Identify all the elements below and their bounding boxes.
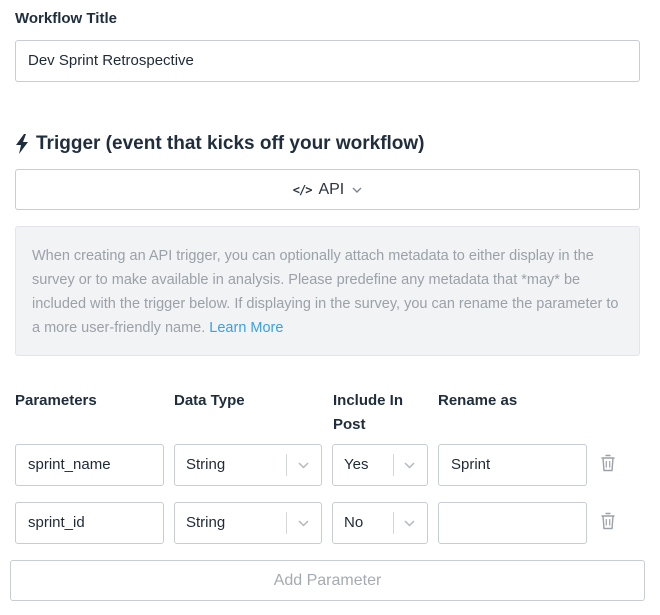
rename-as-input[interactable] [438, 502, 587, 544]
chevron-down-icon [298, 520, 309, 527]
trigger-heading-text: Trigger (event that kicks off your workf… [36, 133, 425, 154]
parameter-name-input[interactable]: sprint_id [15, 502, 164, 544]
header-parameters: Parameters [15, 392, 97, 409]
trigger-type-select[interactable]: </> API [15, 169, 640, 210]
learn-more-link[interactable]: Learn More [209, 320, 283, 336]
chevron-down-icon [352, 187, 362, 193]
select-divider [286, 454, 287, 476]
header-include-in-post-line2: Post [333, 416, 366, 433]
header-include-in-post-line1: Include In [333, 392, 404, 409]
header-rename-as: Rename as [438, 392, 518, 409]
data-type-value: String [186, 456, 226, 473]
include-in-post-select[interactable]: Yes [332, 444, 428, 486]
trigger-heading: Trigger (event that kicks off your workf… [15, 130, 425, 158]
select-divider [393, 454, 394, 476]
chevron-down-icon [404, 462, 415, 469]
trash-icon[interactable] [600, 454, 616, 472]
rename-as-input[interactable]: Sprint [438, 444, 587, 486]
parameter-name-input[interactable]: sprint_name [15, 444, 164, 486]
api-trigger-info-box: When creating an API trigger, you can op… [15, 226, 640, 356]
trash-icon[interactable] [600, 512, 616, 530]
add-parameter-button[interactable]: Add Parameter [10, 560, 645, 601]
data-type-select[interactable]: String [174, 444, 322, 486]
header-data-type: Data Type [174, 392, 245, 409]
data-type-select[interactable]: String [174, 502, 322, 544]
select-divider [393, 512, 394, 534]
include-in-post-select[interactable]: No [332, 502, 428, 544]
workflow-title-label: Workflow Title [15, 10, 117, 27]
data-type-value: String [186, 514, 226, 531]
include-in-post-value: No [344, 514, 364, 531]
lightning-bolt-icon [16, 134, 28, 154]
chevron-down-icon [298, 462, 309, 469]
select-divider [286, 512, 287, 534]
info-text: When creating an API trigger, you can op… [32, 248, 619, 336]
include-in-post-value: Yes [344, 456, 369, 473]
chevron-down-icon [404, 520, 415, 527]
trigger-type-value: API [318, 180, 345, 198]
code-icon: </> [292, 182, 313, 197]
header-include-in-post: Include In Post [333, 389, 403, 437]
workflow-title-input[interactable]: Dev Sprint Retrospective [15, 40, 640, 82]
